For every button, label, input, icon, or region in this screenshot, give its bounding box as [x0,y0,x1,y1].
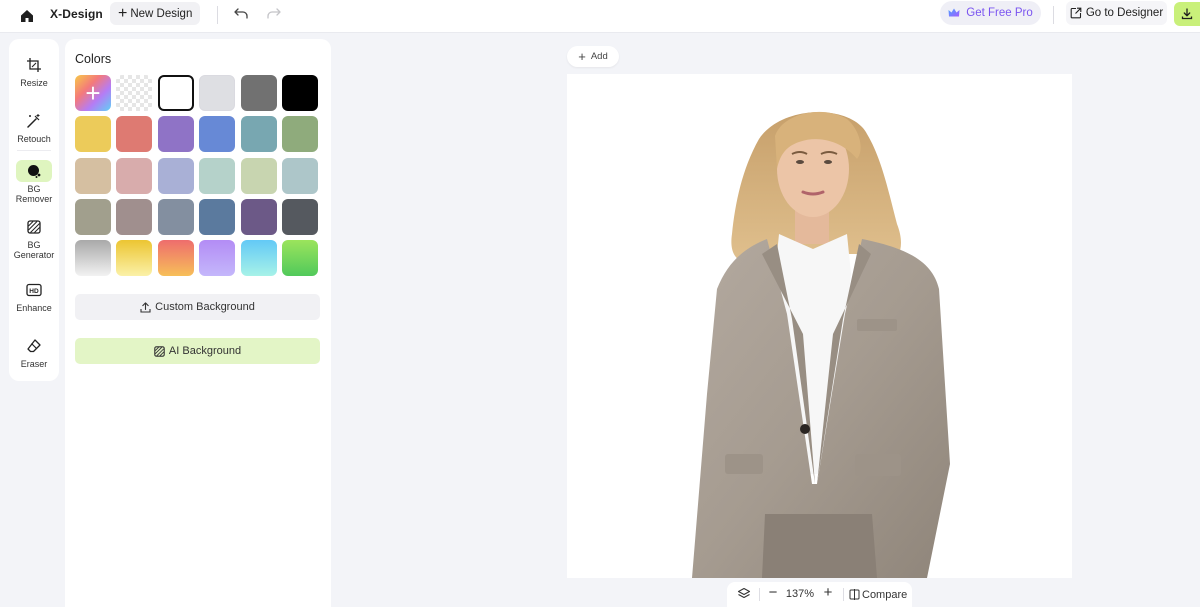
download-button[interactable] [1174,2,1200,26]
zoom-level: 137% [785,588,815,600]
tool-label: Retouch [17,134,51,144]
home-button[interactable] [14,4,40,28]
color-swatch[interactable] [158,240,194,276]
layers-icon [737,587,751,599]
color-swatch[interactable] [241,158,277,194]
go-to-designer-label: Go to Designer [1085,7,1164,19]
zoom-in-button[interactable]: + [820,584,836,604]
color-swatch[interactable] [75,199,111,235]
tool-label: Resize [20,78,48,88]
design-canvas[interactable] [567,74,1072,578]
tool-enhance[interactable]: HD Enhance [9,279,59,313]
subject-photo [692,111,950,578]
bg-generator-icon [154,345,165,357]
color-swatch[interactable] [199,199,235,235]
tool-rail-divider [17,150,51,151]
add-custom-color-swatch[interactable]: + [75,75,111,111]
magic-wand-icon [16,110,52,132]
svg-text:HD: HD [29,288,39,295]
zoom-bar-divider [759,588,760,601]
colors-panel: Colors + Custom Background AI Background [65,39,331,607]
upload-icon [140,301,151,313]
hd-icon: HD [16,279,52,301]
zoom-bar: − 137% + Compare [727,582,912,607]
tool-eraser[interactable]: Eraser [9,335,59,369]
color-swatch[interactable] [158,158,194,194]
color-swatch[interactable] [158,199,194,235]
get-free-pro-button[interactable]: Get Free Pro [940,1,1041,25]
color-swatch[interactable] [282,158,318,194]
layers-button[interactable] [737,587,753,603]
zoom-out-button[interactable]: − [765,584,781,604]
compare-label: Compare [862,588,908,601]
color-swatch[interactable] [241,116,277,152]
color-swatch[interactable] [75,240,111,276]
color-swatch[interactable] [75,116,111,152]
app-brand[interactable]: X-Design [50,7,103,21]
plus-icon: + [118,4,128,22]
undo-button[interactable] [233,5,251,23]
tool-retouch[interactable]: Retouch [9,110,59,144]
color-swatch[interactable] [116,240,152,276]
color-swatch[interactable] [241,199,277,235]
tool-bg-generator[interactable]: BG Generator [9,216,59,260]
custom-background-button[interactable]: Custom Background [75,294,320,320]
home-icon [21,10,33,22]
top-bar: X-Design + New Design Get Free Pro Go to… [0,0,1200,33]
compare-button[interactable]: Compare [849,586,907,603]
bg-generator-icon [16,216,52,238]
tool-label: BG Remover [15,184,53,204]
crown-icon [948,8,960,18]
color-swatch[interactable] [158,116,194,152]
color-swatch[interactable] [282,199,318,235]
color-swatch[interactable] [199,240,235,276]
go-to-designer-button[interactable]: Go to Designer [1066,1,1167,25]
ai-background-button[interactable]: AI Background [75,338,320,364]
zoom-bar-divider [843,588,844,601]
color-swatch[interactable] [199,75,235,111]
color-swatch[interactable] [116,199,152,235]
ai-background-label: AI Background [168,345,242,357]
tool-rail: Resize Retouch BG Remover BG Generator H… [9,39,59,381]
add-page-button[interactable]: + Add [567,46,619,67]
transparent-swatch[interactable] [116,75,152,111]
bg-remover-icon [16,160,52,182]
color-swatch[interactable] [282,75,318,111]
color-swatch[interactable] [199,116,235,152]
panel-title: Colors [75,52,112,66]
color-swatch[interactable] [116,158,152,194]
color-swatch[interactable] [158,75,194,111]
color-swatch[interactable] [75,158,111,194]
plus-icon: + [85,78,101,108]
plus-icon: + [578,49,586,64]
color-swatch[interactable] [199,158,235,194]
undo-icon [234,8,248,19]
crop-icon [16,54,52,76]
new-design-button[interactable]: + New Design [110,2,201,25]
color-swatch[interactable] [241,75,277,111]
new-design-label: New Design [130,7,193,20]
color-swatch[interactable] [282,116,318,152]
tool-resize[interactable]: Resize [9,54,59,88]
redo-button[interactable] [264,5,282,23]
compare-icon [849,589,860,600]
toolbar-divider [217,6,218,24]
get-free-pro-label: Get Free Pro [966,7,1033,19]
tool-label: BG Generator [13,240,55,260]
color-swatch[interactable] [116,116,152,152]
color-swatch[interactable] [282,240,318,276]
download-icon [1181,8,1193,20]
tool-label: Enhance [16,303,52,313]
tool-bg-remover[interactable]: BG Remover [9,160,59,204]
custom-background-label: Custom Background [155,301,255,313]
tool-label: Eraser [20,359,48,369]
color-swatch[interactable] [241,240,277,276]
eraser-icon [16,335,52,357]
external-link-icon [1070,7,1082,19]
redo-icon [267,8,281,19]
toolbar-divider [1053,6,1054,24]
add-label: Add [590,51,608,62]
